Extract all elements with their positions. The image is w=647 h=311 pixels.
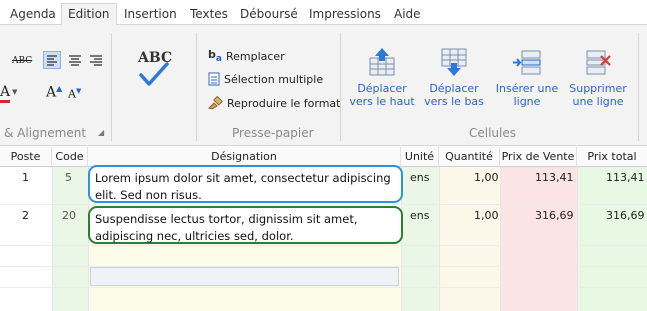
move-up-label-1: Déplacer	[357, 82, 407, 95]
tab-insertion[interactable]: Insertion	[124, 7, 177, 21]
line-items-grid: Poste Code Désignation Unité Quantité Pr…	[0, 147, 647, 311]
strikethrough-icon[interactable]: ABC	[12, 56, 32, 66]
column-divider	[439, 167, 440, 311]
cell-poste: 1	[22, 171, 29, 184]
checkmark-icon	[139, 62, 169, 86]
column-divider	[500, 167, 501, 311]
spellcheck-button[interactable]: ABC	[132, 47, 176, 105]
row-divider	[0, 245, 647, 246]
clipboard-group-label: Presse-papier	[232, 126, 314, 140]
cell-code: 20	[62, 209, 76, 222]
header-prix-total[interactable]: Prix total	[577, 147, 647, 167]
format-painter-button[interactable]: Reproduire le format	[208, 96, 341, 110]
grow-font-icon[interactable]: A▲	[46, 84, 62, 101]
cell-quantite: 1,00	[474, 171, 499, 184]
cell-poste: 2	[22, 209, 29, 222]
column-divider	[577, 167, 578, 311]
replace-icon: ba	[208, 48, 222, 65]
tab-debourse[interactable]: Déboursé	[240, 7, 298, 21]
insert-row-label-1: Insérer une	[495, 82, 559, 95]
align-group-label: & Alignement	[4, 126, 87, 140]
tab-textes[interactable]: Textes	[190, 7, 228, 21]
document-icon	[208, 72, 220, 86]
delete-row-button[interactable]: Supprimer une ligne	[563, 47, 633, 108]
move-down-button[interactable]: Déplacer vers le bas	[419, 47, 489, 108]
cell-quantite: 1,00	[474, 209, 499, 222]
replace-button[interactable]: ba Remplacer	[208, 48, 285, 64]
chevron-down-icon[interactable]: ▼	[12, 88, 17, 96]
group-separator	[638, 33, 639, 141]
ribbon: ABC A ▼ A▲ A▼ & Alignement ◢ ABC ba Remp…	[0, 25, 647, 146]
cell-designation[interactable]: Suspendisse lectus tortor, dignissim sit…	[88, 206, 403, 244]
cell-unite: ens	[410, 209, 430, 222]
insert-row-icon	[513, 50, 541, 75]
cell-prix-total: 113,41	[606, 171, 645, 184]
delete-row-icon	[586, 50, 611, 75]
header-poste[interactable]: Poste	[0, 147, 52, 167]
multi-select-label: Sélection multiple	[224, 72, 324, 86]
cell-designation[interactable]: Lorem ipsum dolor sit amet, consectetur …	[88, 165, 403, 203]
align-left-button[interactable]	[43, 51, 61, 69]
header-unite[interactable]: Unité	[401, 147, 439, 167]
header-prix-vente[interactable]: Prix de Vente	[500, 147, 577, 167]
align-center-icon[interactable]	[67, 52, 83, 68]
prix-total-column-bg	[577, 167, 647, 311]
brush-icon	[208, 96, 223, 110]
insert-row-label-2: ligne	[513, 95, 541, 108]
header-designation[interactable]: Désignation	[88, 147, 401, 167]
shrink-font-icon[interactable]: A▼	[68, 87, 81, 101]
cell-code: 5	[65, 171, 72, 184]
prix-vente-column-bg	[500, 167, 577, 311]
row-divider	[0, 204, 647, 205]
group-separator	[196, 33, 197, 141]
multi-select-button[interactable]: Sélection multiple	[208, 72, 323, 86]
tab-agenda[interactable]: Agenda	[10, 7, 56, 21]
replace-label: Remplacer	[225, 49, 285, 63]
cell-prix-vente: 316,69	[535, 209, 574, 222]
code-column-bg	[52, 167, 88, 311]
header-quantite[interactable]: Quantité	[439, 147, 500, 167]
group-separator	[111, 33, 112, 141]
align-right-icon[interactable]	[88, 52, 104, 68]
move-up-label-2: vers le haut	[349, 95, 415, 108]
cell-prix-vente: 113,41	[535, 171, 574, 184]
quantite-column-bg	[439, 167, 500, 311]
insert-row-button[interactable]: Insérer une ligne	[492, 47, 562, 108]
move-up-button[interactable]: Déplacer vers le haut	[347, 47, 417, 108]
group-separator	[340, 33, 341, 141]
move-down-label-2: vers le bas	[424, 95, 484, 108]
move-up-icon	[369, 48, 395, 76]
column-divider	[52, 167, 53, 311]
font-color-bar	[0, 100, 10, 103]
tab-edition[interactable]: Edition	[61, 3, 117, 26]
tab-aide[interactable]: Aide	[394, 7, 421, 21]
row-divider	[0, 287, 647, 288]
cell-unite: ens	[410, 171, 430, 184]
tab-impressions[interactable]: Impressions	[309, 7, 381, 21]
ribbon-tab-bar: Agenda Edition Insertion Textes Déboursé…	[0, 0, 647, 26]
cell-prix-total: 316,69	[606, 209, 645, 222]
move-down-label-1: Déplacer	[429, 82, 479, 95]
delete-row-label-2: une ligne	[572, 95, 624, 108]
format-painter-label: Reproduire le format	[227, 96, 341, 110]
delete-row-label-1: Supprimer	[569, 82, 627, 95]
unite-column-bg	[401, 167, 439, 311]
font-color-icon[interactable]: A	[0, 84, 10, 100]
cells-group-label: Cellules	[469, 126, 517, 140]
new-row-input[interactable]	[90, 267, 399, 286]
header-code[interactable]: Code	[52, 147, 88, 167]
dialog-launcher-icon[interactable]: ◢	[98, 128, 104, 137]
move-down-icon	[441, 48, 467, 76]
align-left-icon	[47, 55, 57, 66]
